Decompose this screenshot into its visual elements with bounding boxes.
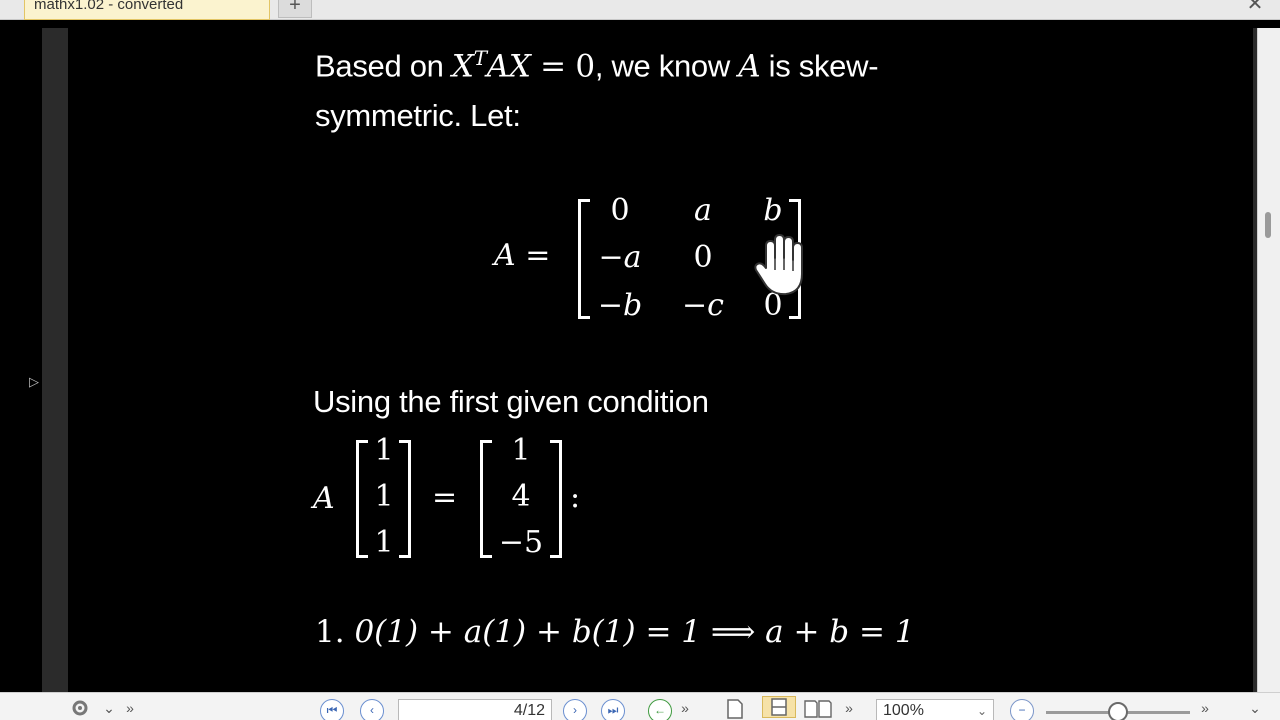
chevron-down-icon: ⌄ bbox=[976, 704, 987, 718]
matrix-cell: −a bbox=[598, 240, 642, 275]
page-number-input[interactable]: 4/12 bbox=[398, 699, 552, 720]
vector-cell: −5 bbox=[498, 525, 544, 560]
zoom-value: 100% bbox=[883, 702, 924, 719]
math-equals: = 0 bbox=[530, 48, 595, 85]
matrix-lhs: A = bbox=[494, 238, 551, 273]
continuous-view-icon[interactable] bbox=[762, 696, 796, 718]
document-tab[interactable]: mathx1.02 - converted bbox=[24, 0, 270, 20]
paragraph-line-1: Based on XTAX = 0, we know A is skew- bbox=[315, 46, 879, 85]
vector-cell: 1 bbox=[511, 433, 531, 468]
vector-cell: 1 bbox=[374, 433, 394, 468]
last-page-button[interactable]: ⏭ bbox=[601, 699, 625, 720]
zoom-slider-knob[interactable] bbox=[1108, 702, 1128, 720]
math-var: AX bbox=[486, 48, 531, 85]
math-var: X bbox=[451, 48, 474, 85]
equation: 0(1) + a(1) + b(1) = 1 ⟹ a + b = 1 bbox=[354, 614, 915, 650]
previous-page-button[interactable]: ‹ bbox=[360, 699, 384, 720]
overflow-chevron-icon[interactable]: » bbox=[842, 697, 856, 719]
single-page-view-icon[interactable] bbox=[724, 698, 746, 720]
new-tab-button[interactable]: + bbox=[278, 0, 312, 18]
list-item-1: 1. 0(1) + a(1) + b(1) = 1 ⟹ a + b = 1 bbox=[315, 614, 915, 650]
matrix-cell: b bbox=[763, 193, 783, 228]
two-page-view-icon[interactable] bbox=[800, 698, 836, 720]
text-span: is skew- bbox=[760, 48, 879, 84]
next-page-button[interactable]: › bbox=[563, 699, 587, 720]
paragraph-line-3: Using the first given condition bbox=[313, 384, 709, 419]
matrix-cell: −c bbox=[682, 288, 724, 323]
chevron-down-icon[interactable]: ⌄ bbox=[102, 697, 116, 719]
hand-cursor-icon bbox=[754, 234, 803, 296]
zoom-select[interactable]: 100% ⌄ bbox=[876, 699, 994, 720]
bottom-toolbar bbox=[0, 692, 1280, 720]
chevron-down-icon[interactable]: ⌄ bbox=[1246, 697, 1264, 719]
side-panel-toggle-icon[interactable]: ▷ bbox=[29, 374, 39, 390]
colon: : bbox=[570, 480, 581, 515]
settings-gear-icon[interactable] bbox=[60, 697, 100, 719]
vertical-scrollbar[interactable] bbox=[1257, 28, 1280, 692]
document-page bbox=[42, 28, 1257, 692]
paragraph-line-2: symmetric. Let: bbox=[315, 98, 521, 133]
math-var: A bbox=[738, 48, 761, 85]
text-span: , we know bbox=[594, 48, 739, 84]
overflow-chevron-icon[interactable]: » bbox=[123, 697, 137, 719]
vector-cell: 1 bbox=[374, 525, 394, 560]
close-icon[interactable]: ✕ bbox=[1236, 0, 1274, 18]
vector-cell: 1 bbox=[374, 479, 394, 514]
pdf-viewer-window: mathx1.02 - converted + ✕ ▷ Based on XTA… bbox=[0, 0, 1280, 720]
list-number: 1. bbox=[315, 614, 355, 650]
matrix-cell: −b bbox=[597, 288, 643, 323]
back-button[interactable]: ← bbox=[648, 699, 672, 720]
tab-bar: mathx1.02 - converted + ✕ bbox=[0, 0, 1280, 20]
math-superscript: T bbox=[473, 46, 487, 70]
overflow-chevron-icon[interactable]: » bbox=[678, 697, 692, 719]
vector-cell: 4 bbox=[511, 479, 531, 514]
matrix-label: A = bbox=[494, 238, 550, 273]
overflow-chevron-icon[interactable]: » bbox=[1198, 697, 1212, 719]
scrollbar-thumb[interactable] bbox=[1265, 212, 1271, 238]
text-span: Based on bbox=[315, 48, 452, 84]
first-page-button[interactable]: ⏮ bbox=[320, 699, 344, 720]
matrix-cell: a bbox=[694, 193, 712, 228]
condition-matrix-A: A bbox=[313, 481, 335, 516]
matrix-cell: 0 bbox=[610, 193, 630, 228]
equals-sign: = bbox=[432, 480, 458, 515]
matrix-cell: 0 bbox=[693, 240, 713, 275]
zoom-out-button[interactable]: − bbox=[1010, 699, 1034, 720]
